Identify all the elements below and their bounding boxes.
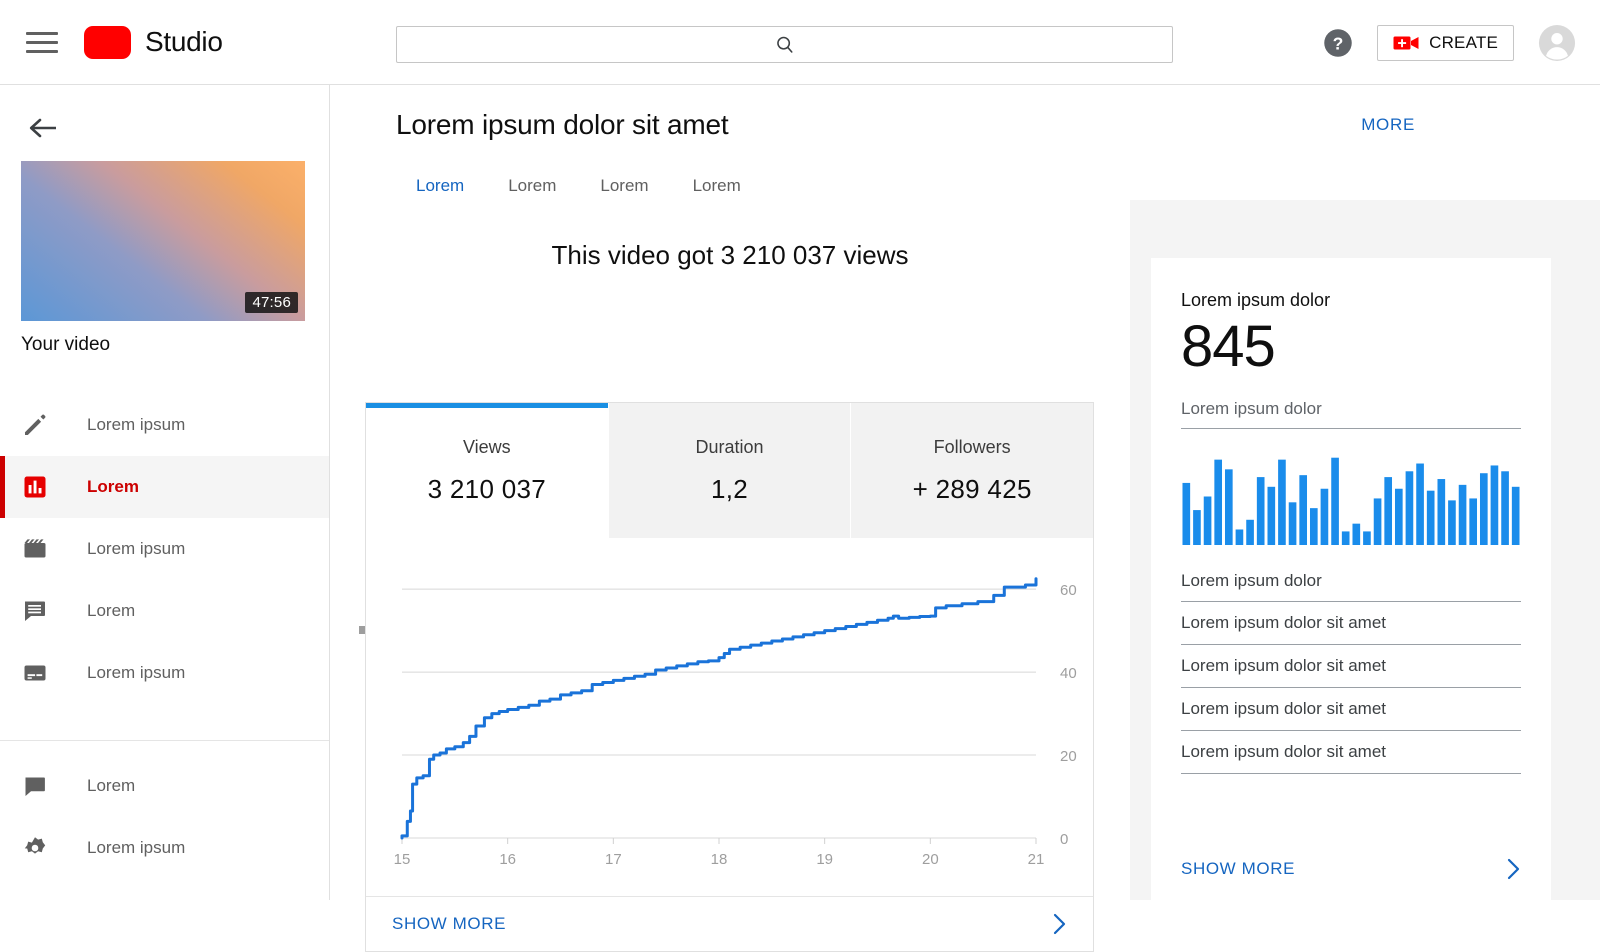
top-app-bar: Studio ? CREATE xyxy=(0,0,1600,85)
sidebar-item-settings[interactable]: Lorem ipsum xyxy=(0,817,329,879)
arrow-left-icon xyxy=(29,118,56,138)
sidebar-item-label: Lorem xyxy=(87,776,136,795)
svg-text:0: 0 xyxy=(1060,831,1068,848)
account-avatar-icon[interactable] xyxy=(1538,24,1576,62)
more-button[interactable]: MORE xyxy=(1361,115,1415,135)
sidebar-item-analytics[interactable]: Lorem xyxy=(0,456,329,518)
sidebar-bottom-list: Lorem Lorem ipsum xyxy=(0,741,329,879)
metric-value: 3 210 037 xyxy=(427,473,547,504)
svg-text:17: 17 xyxy=(605,851,622,868)
sidebar-item-label: Lorem ipsum xyxy=(87,415,186,434)
sidebar: 47:56 Your video Lorem ipsum Lorem Lorem… xyxy=(0,85,330,900)
list-item[interactable]: Lorem ipsum dolor sit amet xyxy=(1181,600,1521,644)
search-area xyxy=(396,26,1173,63)
chart-show-more-button[interactable]: SHOW MORE xyxy=(366,896,1093,951)
panel-subtitle: Lorem ipsum dolor xyxy=(1181,399,1521,429)
metric-tab-duration[interactable]: Duration 1,2 xyxy=(608,403,852,538)
sidebar-item-feedback[interactable]: Lorem xyxy=(0,755,329,817)
help-circle-icon[interactable]: ? xyxy=(1323,28,1353,58)
panel-big-number: 845 xyxy=(1181,314,1276,379)
sidebar-item-details[interactable]: Lorem ipsum xyxy=(0,394,329,456)
settings-gear-icon xyxy=(24,837,46,854)
hamburger-menu-icon[interactable] xyxy=(22,22,62,62)
brand-logo-link[interactable]: Studio xyxy=(84,25,223,59)
video-title: Your video xyxy=(21,334,111,355)
svg-text:20: 20 xyxy=(922,851,939,868)
sidebar-item-label: Lorem xyxy=(87,477,139,496)
metric-label: Duration xyxy=(695,436,764,457)
panel-list: Lorem ipsum dolor sit amet Lorem ipsum d… xyxy=(1181,600,1521,774)
svg-text:21: 21 xyxy=(1028,851,1045,868)
list-item[interactable]: Lorem ipsum dolor sit amet xyxy=(1181,643,1521,687)
video-thumbnail-card[interactable]: 47:56 xyxy=(21,161,305,321)
svg-text:40: 40 xyxy=(1060,665,1077,682)
hamburger-line xyxy=(26,49,58,53)
chevron-right-icon xyxy=(1053,913,1066,935)
bar-chart-svg xyxy=(1182,457,1520,545)
svg-text:20: 20 xyxy=(1060,748,1077,765)
svg-text:19: 19 xyxy=(816,851,833,868)
video-duration-badge: 47:56 xyxy=(245,292,298,313)
panel-title: Lorem ipsum dolor xyxy=(1181,290,1331,310)
followers-card-body: Lorem ipsum dolor 845 Lorem ipsum dolor … xyxy=(1151,258,1551,774)
content-body: This video got 3 210 037 views Views 3 2… xyxy=(330,200,1600,952)
line-chart-svg: 0 20 40 60 15 16 17 18 19 20 21 xyxy=(394,577,1077,868)
search-input[interactable] xyxy=(397,27,1172,62)
views-line-chart: 0 20 40 60 15 16 17 18 19 20 21 xyxy=(366,538,1093,898)
back-button[interactable] xyxy=(22,107,64,149)
sidebar-item-subtitles[interactable]: Lorem ipsum xyxy=(0,642,329,704)
views-chart-card: Views 3 210 037 Duration 1,2 Followers +… xyxy=(365,402,1094,952)
video-camera-plus-icon xyxy=(1393,36,1419,49)
clapperboard-icon xyxy=(24,539,46,558)
metric-tab-followers[interactable]: Followers + 289 425 xyxy=(851,403,1094,538)
views-headline: This video got 3 210 037 views xyxy=(551,240,909,270)
svg-text:?: ? xyxy=(1333,33,1344,53)
page-title: Lorem ipsum dolor sit amet xyxy=(396,109,729,140)
video-thumbnail-image: 47:56 xyxy=(21,161,305,321)
top-bar-actions: ? CREATE xyxy=(1323,0,1576,85)
list-item[interactable]: Lorem ipsum dolor sit amet xyxy=(1181,686,1521,730)
panel-section-label: Lorem ipsum dolor xyxy=(1181,570,1322,590)
chevron-right-icon xyxy=(1507,858,1520,880)
metric-label: Views xyxy=(462,436,511,457)
brand-name: Studio xyxy=(145,26,223,57)
svg-text:16: 16 xyxy=(499,851,516,868)
sidebar-item-label: Lorem xyxy=(87,601,136,620)
hamburger-line xyxy=(26,40,58,44)
panel-show-more-button[interactable]: SHOW MORE xyxy=(1151,838,1551,900)
svg-text:15: 15 xyxy=(394,851,411,868)
svg-text:18: 18 xyxy=(711,851,728,868)
show-more-label: SHOW MORE xyxy=(392,914,507,933)
svg-text:60: 60 xyxy=(1060,582,1077,599)
hamburger-line xyxy=(26,31,58,35)
create-button-label: CREATE xyxy=(1429,32,1498,52)
followers-bar-chart xyxy=(1181,448,1521,545)
followers-card: Lorem ipsum dolor 845 Lorem ipsum dolor … xyxy=(1151,258,1551,900)
youtube-logo-icon xyxy=(84,25,131,59)
sidebar-item-label: Lorem ipsum xyxy=(87,539,186,558)
metric-tab-views[interactable]: Views 3 210 037 xyxy=(366,403,609,538)
search-box[interactable] xyxy=(396,26,1173,63)
metric-tabs: Views 3 210 037 Duration 1,2 Followers +… xyxy=(366,403,1094,538)
main-content: Lorem ipsum dolor sit amet MORE Lorem Lo… xyxy=(330,85,1600,952)
create-button[interactable]: CREATE xyxy=(1377,24,1514,61)
metric-label: Followers xyxy=(933,436,1011,457)
subtitles-card-icon xyxy=(24,665,46,681)
sidebar-item-label: Lorem ipsum xyxy=(87,838,186,857)
comment-lines-icon xyxy=(25,601,45,621)
metric-value: + 289 425 xyxy=(912,473,1032,504)
metric-value: 1,2 xyxy=(710,473,749,504)
sidebar-item-label: Lorem ipsum xyxy=(87,663,186,682)
feedback-bubble-icon xyxy=(25,777,45,796)
list-item[interactable]: Lorem ipsum dolor sit amet xyxy=(1181,729,1521,774)
pencil-edit-icon xyxy=(25,414,46,435)
analytics-column: This video got 3 210 037 views Views 3 2… xyxy=(330,200,1130,952)
bar-chart-analytics-icon xyxy=(24,476,46,498)
sidebar-nav-list: Lorem ipsum Lorem Lorem ipsum Lorem Lore… xyxy=(0,394,329,704)
show-more-label: SHOW MORE xyxy=(1181,859,1296,878)
side-panel: Lorem ipsum dolor 845 Lorem ipsum dolor … xyxy=(1130,200,1600,900)
sidebar-item-comments[interactable]: Lorem xyxy=(0,580,329,642)
sidebar-item-editor[interactable]: Lorem ipsum xyxy=(0,518,329,580)
